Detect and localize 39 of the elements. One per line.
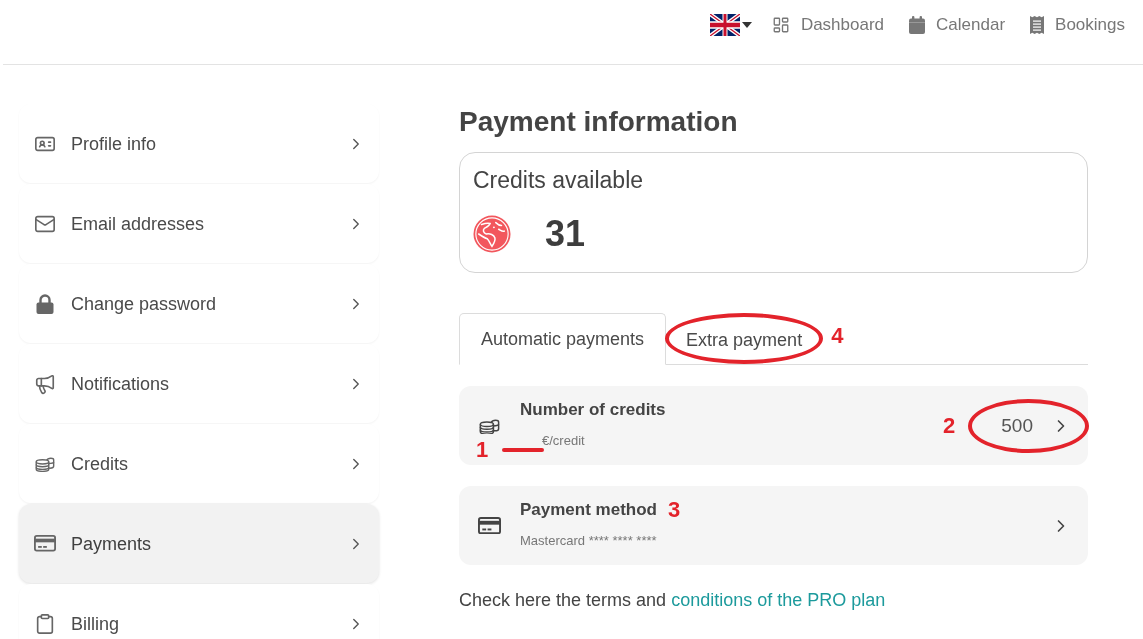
option-title: Number of credits [520, 399, 666, 421]
sidebar-item[interactable]: Billing [19, 584, 379, 639]
tab[interactable]: Automatic payments [459, 313, 667, 365]
nav-link[interactable]: Bookings [1030, 13, 1125, 36]
language-button[interactable] [709, 13, 752, 36]
nav-link[interactable]: Dashboard [771, 13, 885, 36]
annotation-underline [502, 448, 544, 452]
coin-stack-icon [35, 455, 55, 472]
sidebar-item[interactable]: Payments [19, 504, 379, 583]
sidebar-item[interactable]: Email addresses [19, 184, 379, 263]
nav-link[interactable]: Calendar [909, 13, 1006, 36]
calendar-icon [909, 15, 926, 34]
sidebar-item[interactable]: Change password [19, 264, 379, 343]
annotation-number: 2 [943, 414, 956, 437]
globe-icon [473, 215, 511, 253]
flag-icon [709, 13, 740, 36]
option-title: Payment method [520, 499, 657, 521]
credit-card-icon [34, 535, 56, 552]
sidebar-item[interactable]: Notifications [19, 344, 379, 423]
credits-label: Credits available [473, 166, 645, 194]
option-value: 500 [1001, 413, 1033, 438]
annotation-number: 1 [476, 439, 489, 461]
sidebar-item[interactable]: Credits [19, 424, 379, 503]
tab[interactable]: Extra payment [686, 329, 803, 351]
credits-value: 31 [545, 214, 586, 254]
credit-card-icon [478, 516, 501, 535]
clipboard-icon [34, 612, 56, 635]
annotation-number: 3 [668, 499, 681, 521]
page-title: Payment information [459, 105, 739, 139]
megaphone-icon [34, 372, 56, 395]
payment-option-row[interactable]: Payment method 3 Mastercard **** **** **** [459, 486, 1088, 565]
option-subtitle: Mastercard **** **** **** [520, 533, 657, 548]
sidebar-item[interactable]: Profile info [19, 104, 379, 183]
receipt-icon [1030, 15, 1045, 34]
annotation-number: 4 [831, 324, 844, 348]
dashboard-grid-icon [771, 15, 790, 34]
caret-icon [741, 21, 752, 28]
terms-text: Check here the terms and conditions of the PRO plan [459, 589, 887, 612]
lock-icon [36, 293, 54, 314]
